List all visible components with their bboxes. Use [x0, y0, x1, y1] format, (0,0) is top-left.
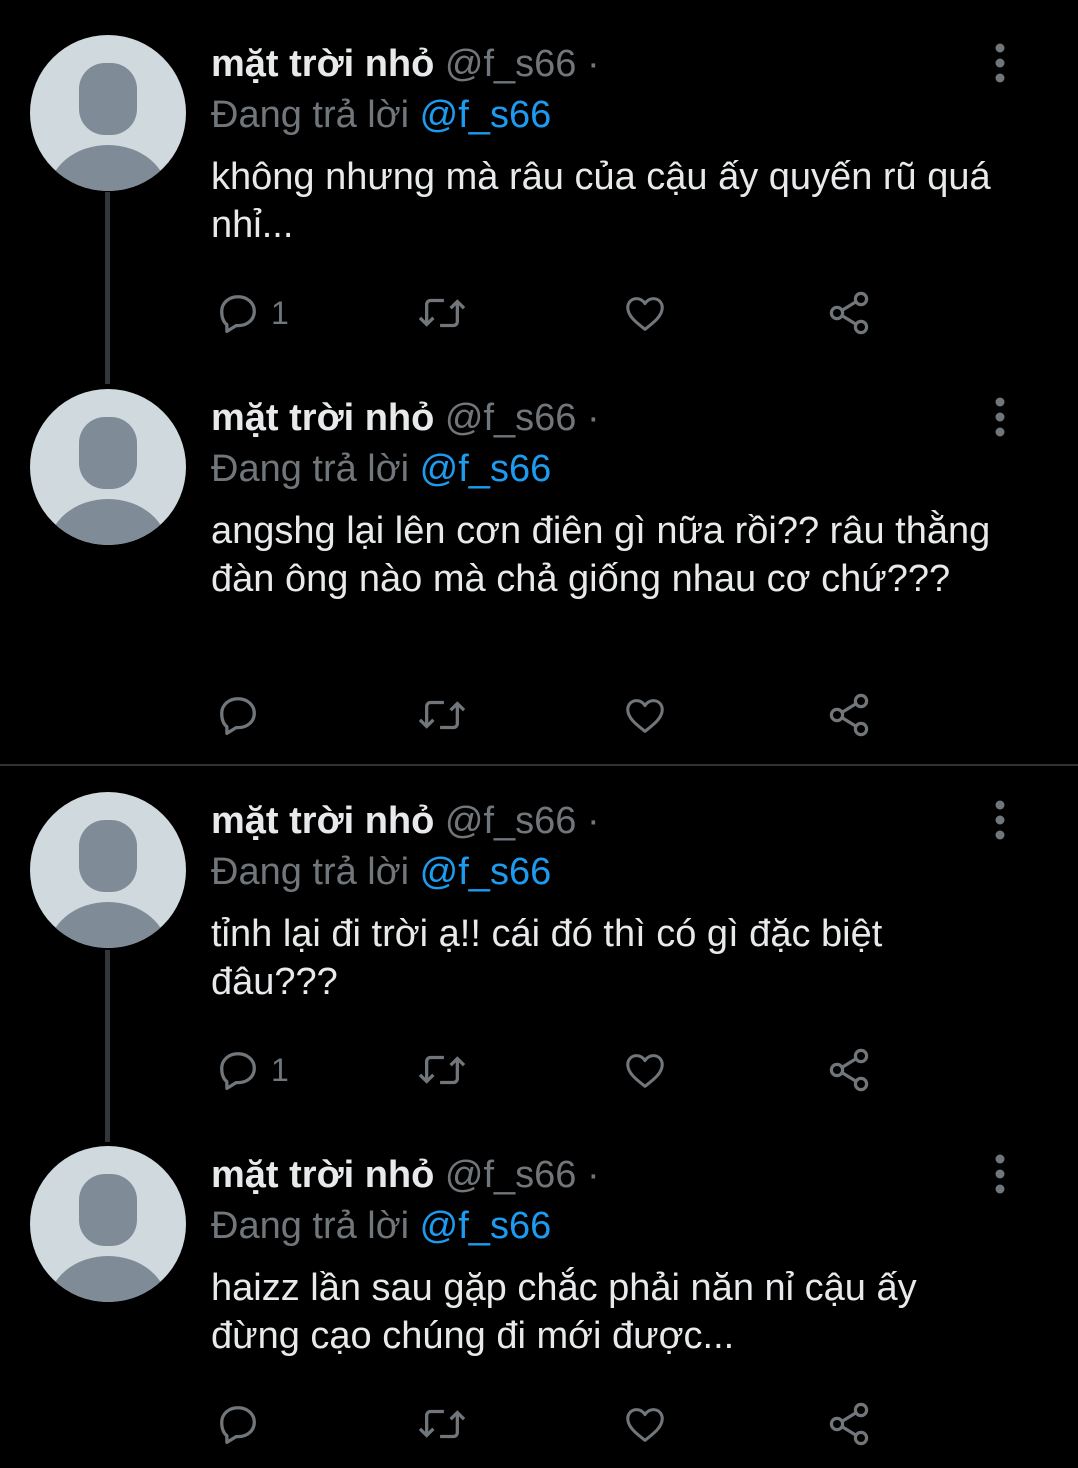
share-icon	[829, 291, 869, 335]
display-name[interactable]: mặt trời nhỏ	[211, 800, 434, 842]
reply-count: 1	[271, 294, 289, 331]
share-button[interactable]	[825, 1398, 873, 1450]
default-avatar-icon[interactable]	[30, 1146, 186, 1302]
more-vertical-icon[interactable]	[985, 1152, 1015, 1196]
replying-to: Đang trả lời @f_s66	[211, 1203, 551, 1249]
separator-dot: ·	[587, 1154, 600, 1196]
user-handle[interactable]: @f_s66	[445, 43, 577, 85]
like-button[interactable]	[621, 287, 669, 339]
replying-to: Đang trả lời @f_s66	[211, 849, 551, 895]
retweet-icon	[418, 700, 466, 730]
reply-button[interactable]	[215, 689, 271, 741]
like-button[interactable]	[621, 689, 669, 741]
default-avatar-icon[interactable]	[30, 35, 186, 191]
tweet-actions: 1	[211, 287, 891, 339]
tweet-text: không nhưng mà râu của cậu ấy quyến rũ q…	[211, 156, 991, 246]
separator-dot: ·	[587, 43, 600, 85]
share-icon	[829, 693, 869, 737]
user-handle[interactable]: @f_s66	[445, 1154, 577, 1196]
tweet-header: mặt trời nhỏ @f_s66 ·	[211, 798, 600, 844]
like-button[interactable]	[621, 1044, 669, 1096]
share-button[interactable]	[825, 287, 873, 339]
separator-dot: ·	[587, 397, 600, 439]
reply-bubble-icon	[220, 697, 256, 736]
replying-label: Đang trả lời	[211, 851, 410, 893]
mention-link[interactable]: @f_s66	[420, 94, 552, 136]
reply-bubble-icon	[220, 1052, 256, 1091]
retweet-icon	[418, 298, 466, 328]
display-name[interactable]: mặt trời nhỏ	[211, 397, 434, 439]
separator-dot: ·	[587, 800, 600, 842]
share-icon	[829, 1402, 869, 1446]
reply-count: 1	[271, 1051, 289, 1088]
retweet-button[interactable]	[414, 287, 470, 339]
more-vertical-icon[interactable]	[985, 798, 1015, 842]
replying-label: Đang trả lời	[211, 94, 410, 136]
default-avatar-icon[interactable]	[30, 792, 186, 948]
default-avatar-icon[interactable]	[30, 389, 186, 545]
heart-icon	[626, 1408, 664, 1442]
user-handle[interactable]: @f_s66	[445, 397, 577, 439]
mention-link[interactable]: @f_s66	[420, 448, 552, 490]
retweet-button[interactable]	[414, 1044, 470, 1096]
replying-label: Đang trả lời	[211, 448, 410, 490]
share-icon	[829, 1048, 869, 1092]
replying-to: Đang trả lời @f_s66	[211, 92, 551, 138]
display-name[interactable]: mặt trời nhỏ	[211, 1154, 434, 1196]
like-button[interactable]	[621, 1398, 669, 1450]
reply-button[interactable]: 1	[215, 287, 289, 339]
tweet-actions	[211, 1398, 891, 1450]
retweet-button[interactable]	[414, 1398, 470, 1450]
more-vertical-icon[interactable]	[985, 41, 1015, 85]
thread-line	[105, 950, 110, 1142]
tweet-header: mặt trời nhỏ @f_s66 ·	[211, 41, 600, 87]
tweet-actions	[211, 689, 891, 741]
reply-button[interactable]: 1	[215, 1044, 289, 1096]
tweet-text: angshg lại lên cơn điên gì nữa rồi?? râu…	[211, 510, 991, 600]
retweet-icon	[418, 1055, 466, 1085]
retweet-button[interactable]	[414, 689, 470, 741]
retweet-icon	[418, 1409, 466, 1439]
heart-icon	[626, 699, 664, 733]
heart-icon	[626, 297, 664, 331]
display-name[interactable]: mặt trời nhỏ	[211, 43, 434, 85]
tweet-header: mặt trời nhỏ @f_s66 ·	[211, 395, 600, 441]
tweet-text: tỉnh lại đi trời ạ!! cái đó thì có gì đặ…	[211, 913, 883, 1003]
heart-icon	[626, 1054, 664, 1088]
replying-to: Đang trả lời @f_s66	[211, 446, 551, 492]
share-button[interactable]	[825, 689, 873, 741]
user-handle[interactable]: @f_s66	[445, 800, 577, 842]
more-vertical-icon[interactable]	[985, 395, 1015, 439]
tweet-group-separator	[0, 764, 1078, 766]
reply-bubble-icon	[220, 295, 256, 334]
replying-label: Đang trả lời	[211, 1205, 410, 1247]
share-button[interactable]	[825, 1044, 873, 1096]
thread-line	[105, 192, 110, 384]
reply-button[interactable]	[215, 1398, 271, 1450]
mention-link[interactable]: @f_s66	[420, 851, 552, 893]
mention-link[interactable]: @f_s66	[420, 1205, 552, 1247]
tweet-actions: 1	[211, 1044, 891, 1096]
tweet-header: mặt trời nhỏ @f_s66 ·	[211, 1152, 600, 1198]
tweet-text: haizz lần sau gặp chắc phải năn nỉ cậu ấ…	[211, 1267, 917, 1357]
reply-bubble-icon	[220, 1406, 256, 1445]
